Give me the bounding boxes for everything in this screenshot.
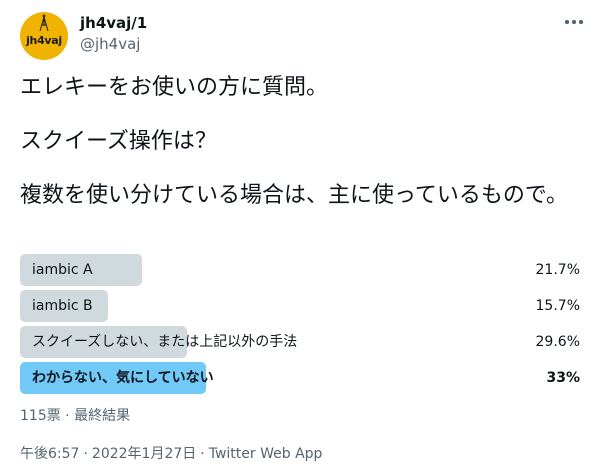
tweet: jh4vaj jh4vaj/1 @jh4vaj エレキーをお使いの方に質問。 ス… [0,0,600,470]
tweet-source: Twitter Web App [208,446,323,462]
tweet-line: 複数を使い分けている場合は、主に使っているもので。 [20,183,569,208]
poll-vote-count: 115票 [20,408,61,424]
poll-status: 最終結果 [74,408,131,424]
poll-option-label: iambic B [32,298,93,314]
tweet-time[interactable]: 午後6:57 [20,446,79,462]
display-name[interactable]: jh4vaj/1 [80,13,147,33]
user-handle[interactable]: @jh4vaj [80,34,140,54]
poll-option-label: スクイーズしない、または上記以外の手法 [32,334,298,350]
more-horizontal-icon[interactable] [562,14,586,30]
poll-option: わからない、気にしていない 33% [20,362,580,394]
poll-option-percent: 29.6% [535,334,580,350]
poll-summary: 115票 · 最終結果 [20,408,131,424]
poll-option-percent: 33% [546,370,580,386]
poll-option: iambic A 21.7% [20,254,580,286]
tweet-line: スクイーズ操作は？ [20,129,217,154]
tweet-text: エレキーをお使いの方に質問。 スクイーズ操作は？ 複数を使い分けている場合は、主… [20,74,580,209]
poll-option: スクイーズしない、または上記以外の手法 29.6% [20,326,580,358]
avatar-logo-text: jh4vaj [26,34,62,47]
tweet-date[interactable]: 2022年1月27日 [92,446,196,462]
poll: iambic A 21.7% iambic B 15.7% スクイーズしない、ま… [20,254,580,398]
tweet-line: エレキーをお使いの方に質問。 [20,75,329,100]
poll-option-percent: 15.7% [535,298,580,314]
avatar[interactable]: jh4vaj [20,12,68,60]
tweet-timestamp: 午後6:57 · 2022年1月27日 · Twitter Web App [20,446,323,462]
poll-option-label: わからない、気にしていない [32,370,214,386]
poll-option-percent: 21.7% [535,262,580,278]
poll-option: iambic B 15.7% [20,290,580,322]
poll-option-label: iambic A [32,262,93,278]
